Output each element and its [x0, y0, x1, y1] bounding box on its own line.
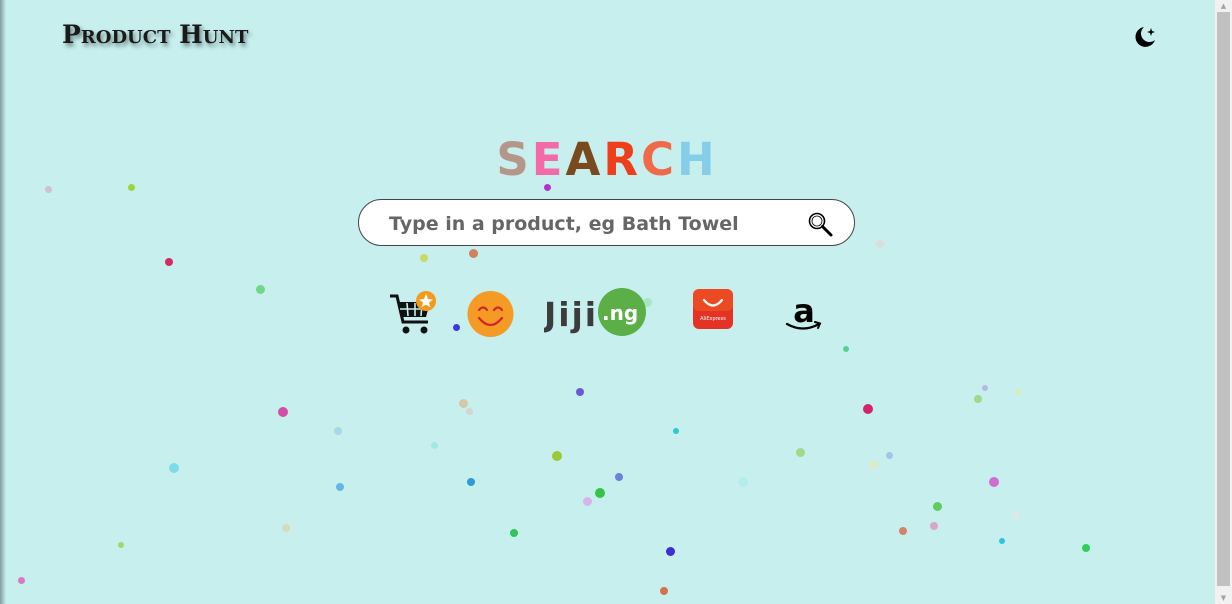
- confetti-dot: [510, 529, 518, 537]
- cart-store-link[interactable]: [388, 290, 438, 338]
- search-heading: SEARCH: [0, 133, 1214, 186]
- confetti-dot: [467, 478, 475, 486]
- confetti-dot: [169, 463, 179, 473]
- search-title-letter-a: A: [565, 133, 604, 186]
- aliexpress-logo-icon: AliExpress: [693, 289, 733, 329]
- amazon-store-link[interactable]: a: [784, 292, 824, 334]
- scroll-up-arrow-icon[interactable]: ▲: [1215, 0, 1232, 12]
- confetti-dot: [843, 346, 849, 352]
- confetti-dot: [466, 408, 473, 415]
- confetti-dot: [595, 488, 605, 498]
- search-button[interactable]: [807, 211, 835, 239]
- confetti-dot: [282, 524, 290, 532]
- confetti-dot: [118, 542, 124, 548]
- brand-logo[interactable]: Product Hunt: [62, 20, 248, 49]
- aliexpress-logo-text: AliExpress: [700, 316, 726, 322]
- confetti-dot: [552, 451, 562, 461]
- confetti-dot: [666, 547, 675, 556]
- confetti-dot: [583, 497, 592, 506]
- shopping-cart-star-icon: [390, 291, 436, 334]
- confetti-dot: [673, 428, 679, 434]
- search-bar: [358, 199, 855, 246]
- confetti-dot: [989, 477, 999, 487]
- confetti-dot: [18, 577, 25, 584]
- amazon-logo-text: a: [793, 292, 815, 330]
- confetti-dot: [334, 427, 342, 435]
- smiley-store-link[interactable]: [467, 290, 514, 338]
- orange-smiley-icon: [467, 291, 514, 337]
- confetti-dot: [1012, 512, 1019, 519]
- jiji-logo-icon: Jiji .ng: [542, 288, 646, 336]
- confetti-dot: [469, 249, 478, 258]
- confetti-dot: [660, 587, 668, 595]
- confetti-dot: [899, 527, 907, 535]
- confetti-dot: [738, 477, 748, 487]
- confetti-dot: [1015, 389, 1021, 395]
- confetti-dot: [165, 258, 173, 266]
- scrollbar-thumb[interactable]: [1217, 12, 1230, 586]
- jiji-store-link[interactable]: Jiji .ng: [542, 288, 648, 338]
- search-title-letter-e: E: [531, 133, 566, 186]
- theme-toggle-button[interactable]: [1130, 24, 1158, 50]
- jiji-logo-text: Jiji: [544, 295, 596, 334]
- confetti-dot: [933, 502, 942, 511]
- search-title-letter-s: S: [496, 133, 532, 186]
- confetti-dot: [336, 483, 344, 491]
- confetti-dot: [420, 254, 428, 262]
- confetti-dot: [999, 538, 1005, 544]
- scroll-down-arrow-icon[interactable]: ▼: [1215, 592, 1232, 604]
- confetti-dot: [930, 522, 938, 530]
- search-title-letter-c: C: [640, 133, 677, 186]
- confetti-dot: [863, 404, 873, 414]
- confetti-dot: [459, 399, 468, 408]
- aliexpress-store-link[interactable]: AliExpress: [693, 289, 733, 329]
- confetti-dot: [453, 324, 460, 331]
- confetti-dot: [256, 285, 265, 294]
- confetti-dot: [45, 186, 52, 193]
- confetti-dot: [974, 395, 982, 403]
- moon-star-icon: [1135, 27, 1155, 47]
- confetti-dot: [615, 473, 623, 481]
- search-title-letter-r: R: [603, 133, 641, 186]
- confetti-dot: [796, 448, 805, 457]
- confetti-dot: [869, 460, 878, 469]
- confetti-dot: [876, 240, 884, 248]
- confetti-dot: [1082, 544, 1090, 552]
- magnifier-icon: [808, 212, 833, 237]
- confetti-dot: [278, 407, 288, 417]
- search-input[interactable]: [387, 208, 791, 240]
- confetti-dot: [576, 388, 584, 396]
- jiji-logo-badge: .ng: [602, 301, 638, 325]
- confetti-dot: [982, 385, 988, 391]
- left-edge-shadow: [0, 0, 6, 604]
- confetti-dot: [886, 452, 893, 459]
- search-title-letter-h: H: [677, 133, 718, 186]
- vertical-scrollbar[interactable]: ▲ ▼: [1215, 0, 1232, 604]
- amazon-logo-icon: a: [785, 292, 822, 330]
- confetti-dot: [431, 442, 438, 449]
